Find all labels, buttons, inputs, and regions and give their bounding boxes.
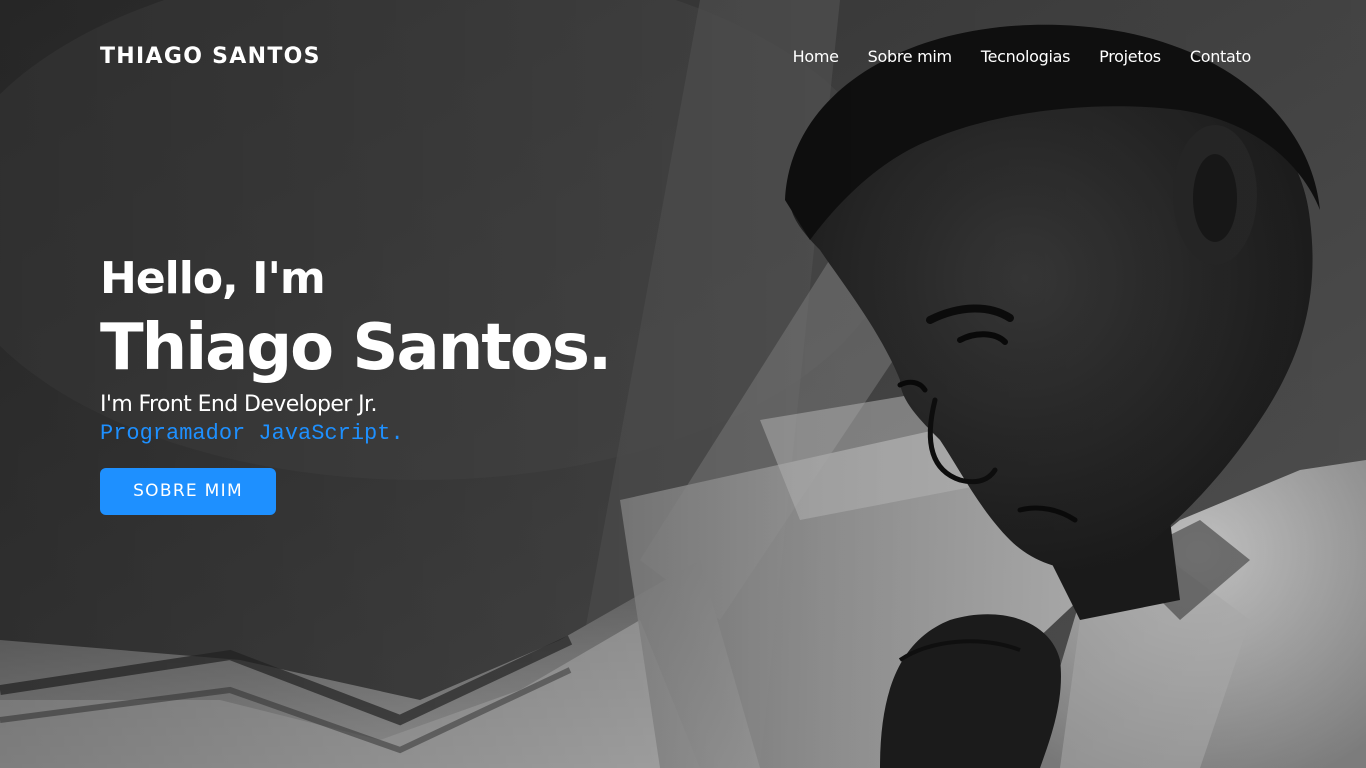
nav-links: Home Sobre mim Tecnologias Projetos Cont… [793,45,1252,69]
hero-name: Thiago Santos. [100,311,612,385]
nav-link-sobre-mim[interactable]: Sobre mim [868,45,952,69]
nav-link-home[interactable]: Home [793,45,839,69]
nav-link-contato[interactable]: Contato [1190,45,1251,69]
hero-content: Hello, I'm Thiago Santos. I'm Front End … [100,250,720,515]
hero-greeting: Hello, I'm [100,253,326,304]
hero-typed-text: Programador JavaScript. [100,421,404,446]
hero-role: I'm Front End Developer Jr. [100,392,377,417]
navbar: THIAGO SANTOS Home Sobre mim Tecnologias… [0,0,1366,115]
nav-link-projetos[interactable]: Projetos [1099,45,1161,69]
nav-link-tecnologias[interactable]: Tecnologias [981,45,1071,69]
sobre-mim-button[interactable]: SOBRE MIM [100,468,276,515]
brand-logo[interactable]: THIAGO SANTOS [100,42,321,72]
